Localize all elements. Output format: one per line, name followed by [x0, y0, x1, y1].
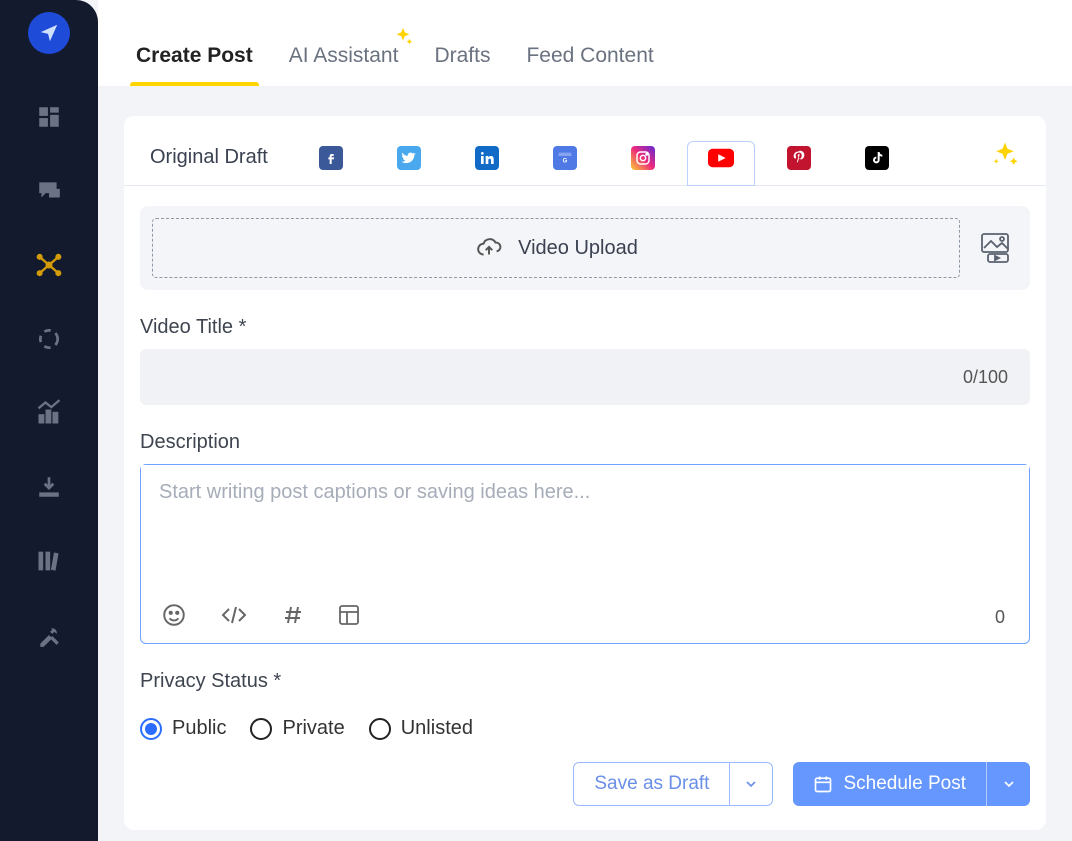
- linkedin-icon: [479, 150, 495, 166]
- platform-row: Original Draft G: [124, 116, 1046, 186]
- sparkle-icon: [990, 140, 1020, 170]
- original-draft-label[interactable]: Original Draft: [150, 146, 268, 169]
- emoji-icon: [161, 602, 187, 628]
- ai-sparkle-button[interactable]: [990, 140, 1020, 175]
- analytics-icon[interactable]: [34, 398, 64, 428]
- video-title-counter: 0/100: [963, 367, 1008, 388]
- hashtag-button[interactable]: [281, 603, 305, 632]
- tools-icon[interactable]: [34, 620, 64, 650]
- tab-ai-assistant[interactable]: AI Assistant: [275, 24, 413, 86]
- image-preview-icon: [980, 232, 1014, 264]
- chevron-down-icon: [1001, 776, 1017, 792]
- instagram-icon: [635, 150, 651, 166]
- library-icon[interactable]: [34, 546, 64, 576]
- top-tabs: Create Post AI Assistant Drafts Feed Con…: [98, 0, 1072, 86]
- video-upload-dropzone[interactable]: Video Upload: [152, 218, 960, 278]
- platform-google-business[interactable]: G: [526, 146, 604, 170]
- description-label: Description: [140, 431, 1030, 454]
- schedule-post-dropdown[interactable]: [986, 762, 1030, 806]
- privacy-option-unlisted[interactable]: Unlisted: [369, 717, 473, 740]
- platform-youtube[interactable]: [682, 141, 760, 175]
- tab-label: Drafts: [434, 44, 490, 67]
- tab-create-post[interactable]: Create Post: [122, 24, 267, 86]
- video-title-section: Video Title * 0/100: [124, 290, 1046, 405]
- privacy-option-public[interactable]: Public: [140, 717, 226, 740]
- privacy-option-private[interactable]: Private: [250, 717, 344, 740]
- code-button[interactable]: [219, 603, 249, 632]
- left-sidebar: [0, 0, 98, 841]
- upload-label: Video Upload: [518, 237, 638, 260]
- network-icon[interactable]: [34, 250, 64, 280]
- tiktok-icon: [869, 150, 885, 166]
- tab-label: AI Assistant: [289, 44, 399, 67]
- preview-thumbnail-button[interactable]: [976, 229, 1018, 267]
- video-title-input[interactable]: [140, 367, 963, 388]
- description-section: Description 0: [124, 405, 1046, 644]
- google-business-icon: G: [557, 150, 573, 166]
- platform-pinterest[interactable]: [760, 146, 838, 170]
- code-icon: [219, 603, 249, 627]
- platform-facebook[interactable]: [292, 146, 370, 170]
- privacy-label: Privacy Status *: [140, 670, 1030, 693]
- privacy-radio-row: Public Private Unlisted: [140, 703, 1030, 740]
- content-scroller[interactable]: Original Draft G: [98, 86, 1072, 841]
- paper-plane-icon: [38, 22, 60, 44]
- create-post-panel: Original Draft G: [124, 116, 1046, 830]
- emoji-button[interactable]: [161, 602, 187, 633]
- sparkle-icon: [392, 26, 414, 54]
- svg-text:G: G: [562, 158, 567, 164]
- app-logo[interactable]: [28, 12, 70, 54]
- radio-label: Private: [282, 717, 344, 740]
- radio-label: Unlisted: [401, 717, 473, 740]
- chevron-down-icon: [743, 776, 759, 792]
- pinterest-icon: [791, 150, 807, 166]
- upload-wrap: Video Upload: [140, 206, 1030, 290]
- privacy-section: Privacy Status * Public Private Unlisted: [124, 644, 1046, 740]
- save-draft-button[interactable]: Save as Draft: [573, 762, 729, 806]
- calendar-icon: [813, 774, 833, 794]
- template-icon: [337, 603, 361, 627]
- radio-icon: [250, 718, 272, 740]
- platform-linkedin[interactable]: [448, 146, 526, 170]
- download-icon[interactable]: [34, 472, 64, 502]
- save-draft-group: Save as Draft: [573, 762, 773, 806]
- template-button[interactable]: [337, 603, 361, 632]
- radio-icon: [140, 718, 162, 740]
- cloud-upload-icon: [474, 235, 504, 261]
- circle-icon[interactable]: [34, 324, 64, 354]
- description-counter: 0: [995, 607, 1009, 628]
- platform-twitter[interactable]: [370, 146, 448, 170]
- platform-tiktok[interactable]: [838, 146, 916, 170]
- platform-instagram[interactable]: [604, 146, 682, 170]
- radio-label: Public: [172, 717, 226, 740]
- tab-label: Create Post: [136, 44, 253, 67]
- button-label: Save as Draft: [594, 773, 709, 795]
- tab-label: Feed Content: [526, 44, 653, 67]
- description-input[interactable]: [141, 465, 1029, 592]
- schedule-post-group: Schedule Post: [793, 762, 1030, 806]
- save-draft-dropdown[interactable]: [729, 762, 773, 806]
- tab-feed-content[interactable]: Feed Content: [512, 24, 667, 86]
- hashtag-icon: [281, 603, 305, 627]
- schedule-post-button[interactable]: Schedule Post: [793, 762, 986, 806]
- comments-icon[interactable]: [34, 176, 64, 206]
- dashboard-icon[interactable]: [34, 102, 64, 132]
- description-box: 0: [140, 464, 1030, 644]
- youtube-icon: [708, 148, 734, 168]
- tab-drafts[interactable]: Drafts: [420, 24, 504, 86]
- footer-actions: Save as Draft Schedule Post: [124, 740, 1046, 806]
- radio-icon: [369, 718, 391, 740]
- twitter-icon: [401, 150, 417, 166]
- video-title-field: 0/100: [140, 349, 1030, 405]
- video-title-label: Video Title *: [140, 316, 1030, 339]
- facebook-icon: [323, 150, 339, 166]
- description-toolbar: 0: [141, 592, 1029, 643]
- button-label: Schedule Post: [843, 773, 966, 795]
